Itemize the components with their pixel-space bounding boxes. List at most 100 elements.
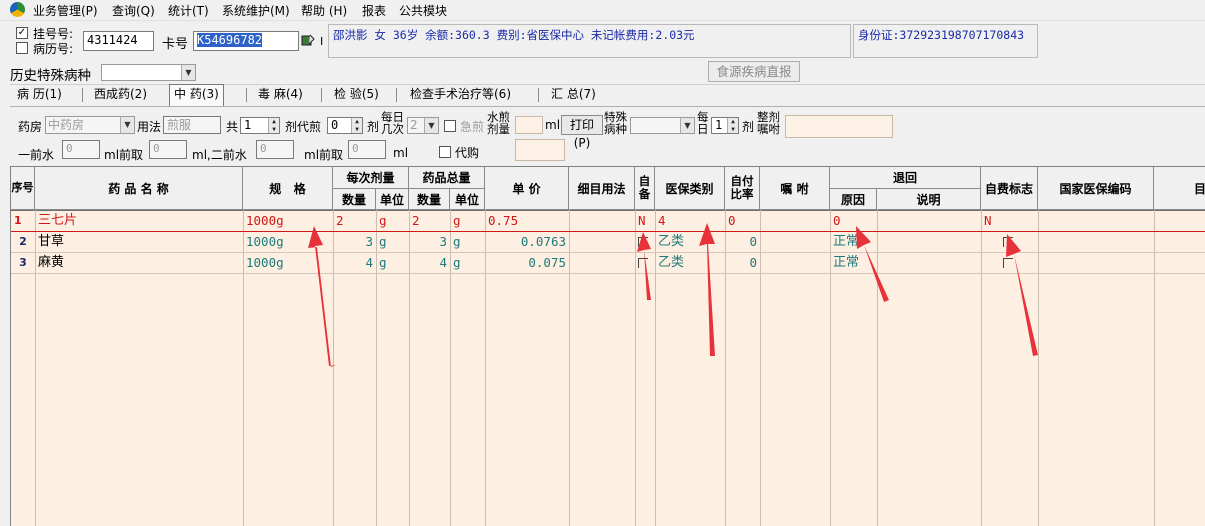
menu-business[interactable]: 业务管理(P) xyxy=(33,2,98,19)
tab-summary[interactable]: 汇 总(7) xyxy=(551,85,596,104)
spin-arrows-icon[interactable]: ▲ ▼ xyxy=(727,118,738,133)
per-day-stepper[interactable]: 1 ▲ ▼ xyxy=(711,117,739,134)
chevron-down-icon: ▼ xyxy=(120,117,134,133)
menu-system[interactable]: 系统维护(M) xyxy=(222,2,290,19)
header-advice: 嘱 咐 xyxy=(760,167,830,210)
cell-dose-qty[interactable]: 3 xyxy=(333,232,376,252)
reg-number-input[interactable]: 4311424 xyxy=(83,31,154,51)
first-water-label: 一前水 xyxy=(18,148,55,162)
tab-narcotic[interactable]: 毒 麻(4) xyxy=(258,85,303,104)
cell-selfpay-checkbox[interactable] xyxy=(981,232,1038,252)
cell-dose-unit[interactable]: g xyxy=(376,253,409,273)
proxy-checkbox[interactable] xyxy=(439,146,451,158)
cell-reason[interactable]: 正常 xyxy=(830,232,877,252)
table-row[interactable]: 1 三七片 1000g 2 g 2 g 0.75 N 4 0 0 N xyxy=(11,211,1205,232)
record-label: 病历号: xyxy=(33,42,74,56)
spin-arrows-icon[interactable]: ▲ ▼ xyxy=(268,118,279,133)
cell-total-unit[interactable]: g xyxy=(450,253,485,273)
second-take-input[interactable]: 0 xyxy=(348,140,386,159)
chevron-down-icon: ▼ xyxy=(424,118,438,133)
daily-select[interactable]: 2 ▼ xyxy=(407,117,439,134)
cell-total-unit[interactable]: g xyxy=(450,232,485,252)
header-seq: 序号 xyxy=(11,167,35,210)
cell-self[interactable]: N xyxy=(635,211,655,231)
grid-header: 序号 药 品 名 称 规 格 每次剂量 数量 单位 药品总量 数量 单位 单 价… xyxy=(11,167,1205,211)
cell-reason[interactable]: 0 xyxy=(830,211,877,231)
cell-price[interactable]: 0.075 xyxy=(485,253,569,273)
cell-total-qty[interactable]: 3 xyxy=(409,232,450,252)
special-select[interactable]: ▼ xyxy=(630,117,695,134)
cell-spec[interactable]: 1000g xyxy=(243,232,333,252)
header-ratio: 自付比率 xyxy=(725,167,760,210)
reg-checkbox[interactable]: ✓ xyxy=(16,27,28,39)
cell-name[interactable]: 三七片 xyxy=(35,211,243,231)
print-button[interactable]: 打印(P) xyxy=(561,115,603,150)
table-row[interactable]: 3 麻黄 1000g 4 g 4 g 0.075 乙类 0 正常 xyxy=(11,253,1205,274)
cell-selfpay[interactable]: N xyxy=(981,211,1038,231)
cell-total-qty[interactable]: 4 xyxy=(409,253,450,273)
cell-price[interactable]: 0.0763 xyxy=(485,232,569,252)
cell-total-qty[interactable]: 2 xyxy=(409,211,450,231)
chevron-down-icon: ▼ xyxy=(181,65,195,80)
tab-history[interactable]: 病 历(1) xyxy=(17,85,62,104)
food-report-button[interactable]: 食源疾病直报 xyxy=(708,61,800,82)
ml-take-label2: ml前取 xyxy=(304,148,344,162)
first-water-input[interactable]: 0 xyxy=(62,140,100,159)
cell-self-checkbox[interactable] xyxy=(635,232,655,252)
proxy-input[interactable] xyxy=(515,139,565,161)
header-dose-qty: 数量 xyxy=(333,189,376,210)
record-checkbox[interactable] xyxy=(16,42,28,54)
total-stepper[interactable]: 1 ▲ ▼ xyxy=(240,117,280,134)
menu-query[interactable]: 查询(Q) xyxy=(112,2,155,19)
table-row[interactable]: 2 甘草 1000g 3 g 3 g 0.0763 乙类 0 正常 xyxy=(11,232,1205,253)
cell-spec[interactable]: 1000g xyxy=(243,211,333,231)
pharmacy-select[interactable]: 中药房 ▼ xyxy=(45,116,135,134)
spin-arrows-icon[interactable]: ▲ ▼ xyxy=(351,118,362,133)
card-number-input[interactable]: K54696782 xyxy=(193,31,299,51)
cell-price[interactable]: 0.75 xyxy=(485,211,569,231)
cell-seq: 2 xyxy=(19,235,27,248)
urgent-checkbox[interactable] xyxy=(444,120,456,132)
history-select[interactable]: ▼ xyxy=(101,64,196,81)
cell-spec[interactable]: 1000g xyxy=(243,253,333,273)
cell-selfpay-checkbox[interactable] xyxy=(981,253,1038,273)
second-water-input[interactable]: 0 xyxy=(256,140,294,159)
cell-insurance[interactable]: 乙类 xyxy=(655,253,725,273)
header-extra: 目 xyxy=(1154,167,1205,210)
water-before-input[interactable] xyxy=(515,116,543,134)
menu-statistics[interactable]: 统计(T) xyxy=(168,2,209,19)
menu-public[interactable]: 公共模块 xyxy=(399,2,447,19)
header-code: 国家医保编码 xyxy=(1038,167,1154,210)
cell-dose-unit[interactable]: g xyxy=(376,211,409,231)
cell-insurance[interactable]: 乙类 xyxy=(655,232,725,252)
header-selfpay: 自费标志 xyxy=(981,167,1038,210)
cell-reason[interactable]: 正常 xyxy=(830,253,877,273)
cell-ratio[interactable]: 0 xyxy=(725,211,760,231)
tab-chinese[interactable]: 中 药(3) xyxy=(169,84,224,106)
ml-take-label: ml前取 xyxy=(104,148,144,162)
tab-divider xyxy=(246,88,247,102)
cell-dose-qty[interactable]: 2 xyxy=(333,211,376,231)
menu-report[interactable]: 报表 xyxy=(362,2,386,19)
cell-ratio[interactable]: 0 xyxy=(725,253,760,273)
card-reader-icon[interactable] xyxy=(301,33,315,47)
tab-exam[interactable]: 检查手术治疗等(6) xyxy=(410,85,511,104)
pharmacy-value: 中药房 xyxy=(48,118,85,132)
cell-dose-qty[interactable]: 4 xyxy=(333,253,376,273)
cell-ratio[interactable]: 0 xyxy=(725,232,760,252)
cell-total-unit[interactable]: g xyxy=(450,211,485,231)
tab-lab[interactable]: 检 验(5) xyxy=(334,85,379,104)
cell-dose-unit[interactable]: g xyxy=(376,232,409,252)
decoct-stepper[interactable]: 0 ▲ ▼ xyxy=(327,117,363,134)
first-take-input[interactable]: 0 xyxy=(149,140,187,159)
checkbox-icon xyxy=(1003,258,1013,268)
cell-self-checkbox[interactable] xyxy=(635,253,655,273)
cell-name[interactable]: 甘草 xyxy=(35,232,243,252)
usage-input[interactable]: 煎服 xyxy=(163,116,221,134)
cell-name[interactable]: 麻黄 xyxy=(35,253,243,273)
advice-input[interactable] xyxy=(785,115,893,138)
menu-help[interactable]: 帮助 (H) xyxy=(301,2,347,19)
tab-western[interactable]: 西成药(2) xyxy=(94,85,147,104)
ml-label: ml xyxy=(545,118,561,132)
cell-insurance[interactable]: 4 xyxy=(655,211,725,231)
